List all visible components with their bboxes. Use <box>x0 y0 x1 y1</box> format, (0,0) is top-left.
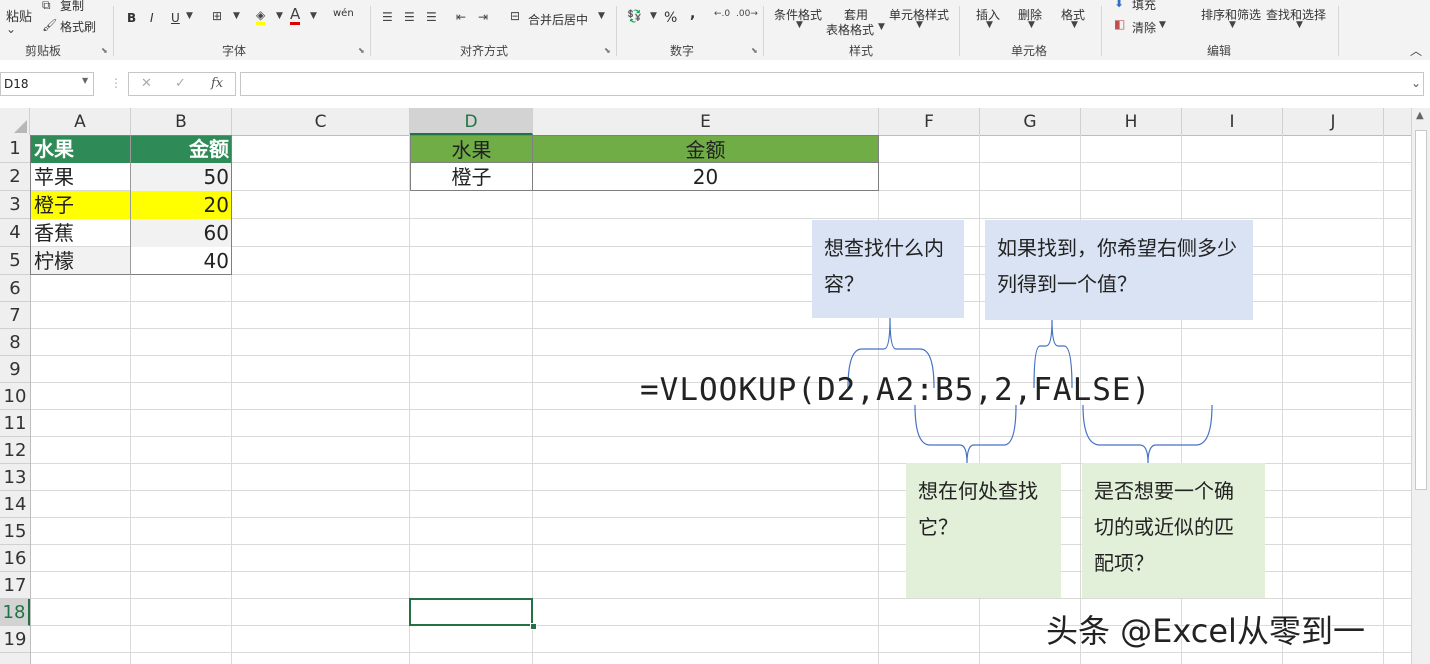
vertical-scrollbar[interactable]: ▲ <box>1411 108 1430 664</box>
vlookup-formula-text: =VLOOKUP(D2,A2:B5,2,FALSE) <box>640 372 1152 408</box>
scroll-up-icon[interactable]: ▲ <box>1416 110 1424 121</box>
scrollbar-thumb[interactable] <box>1415 130 1427 490</box>
watermark-text: 头条 @Excel从零到一 <box>1046 612 1365 650</box>
brace-table-array <box>914 404 1017 464</box>
brace-range-lookup <box>1082 404 1213 464</box>
brace-connectors <box>847 317 1213 464</box>
